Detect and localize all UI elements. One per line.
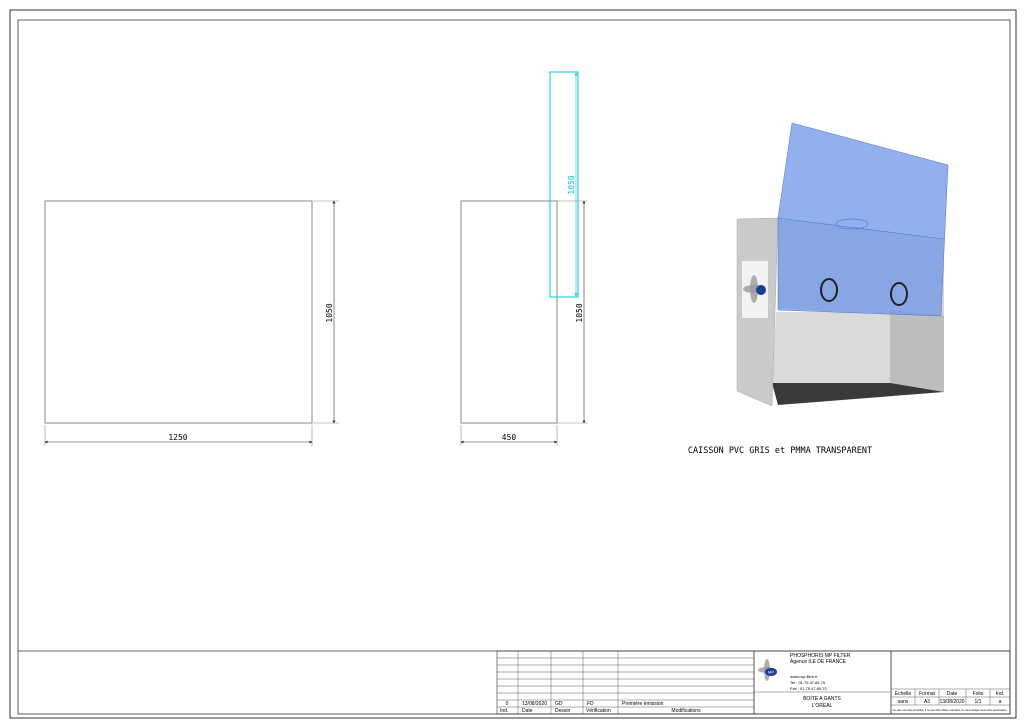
caption: CAISSON PVC GRIS et PMMA TRANSPARENT [688, 446, 872, 456]
info-block: Echelle Format Date Folio Ind. sans A3 1… [890, 650, 1011, 715]
side-view-outline [460, 200, 558, 424]
info-format: A3 [924, 699, 930, 705]
front-width-label: 1250 [168, 433, 187, 442]
info-folio: 1/1 [975, 699, 982, 705]
rev-header-verification: Vérification [586, 708, 611, 714]
side-view: 1050 450 1050 [460, 71, 588, 446]
company-block: MP PHOSPHORIS MP FILTER Agence ILE DE FR… [753, 650, 892, 715]
company-logo-text: MP [768, 670, 774, 675]
rev-dessin: GD [555, 701, 563, 707]
info-header-scale: Echelle [895, 691, 912, 697]
company-agency: Agence ILE DE FRANCE [790, 659, 847, 665]
box-right-inner-wall [890, 310, 944, 392]
drawing-sheet: 1250 1050 1050 450 1050 CAISSON PVC GRIS… [9, 9, 1017, 719]
info-date: 13/08/2020 [939, 699, 964, 705]
project-title: BOITE A GANTS [803, 696, 841, 702]
isometric-view [736, 122, 949, 407]
info-header-ind: Ind. [996, 691, 1004, 697]
rev-header-dessin: Dessin [555, 708, 571, 714]
rev-date: 13/08/2020 [522, 701, 547, 707]
company-logo: MP [758, 659, 777, 681]
rev-header-modifications: Modifications [671, 708, 701, 714]
box-inner-back [772, 312, 890, 383]
company-website: www.mp-filtre.fr [790, 674, 818, 679]
info-header-format: Format [919, 691, 935, 697]
company-tel: Tel : 01.75.47.85.75 [790, 680, 826, 685]
pmma-panel [777, 122, 949, 317]
rev-modification: Première émission [622, 701, 664, 707]
side-height-label: 1050 [575, 303, 584, 322]
lid-height-label: 1050 [567, 175, 576, 194]
front-view-outline [44, 200, 313, 424]
company-fax: Fax : 01.75.47.85.70 [790, 686, 827, 691]
side-depth-label: 450 [502, 433, 517, 442]
rev-header-ind: Ind. [500, 708, 508, 714]
revision-table: 0 13/08/2020 GD FD Première émission Ind… [496, 650, 755, 715]
rev-verification: FD [587, 701, 594, 707]
rev-ind: 0 [506, 701, 509, 707]
info-header-date: Date [947, 691, 958, 697]
front-height-label: 1050 [325, 303, 334, 322]
info-scale: sans [898, 699, 909, 705]
info-ind: a [999, 699, 1002, 705]
rev-header-date: Date [522, 708, 533, 714]
info-notice: Ce plan est notre propriété. Il ne peut … [893, 708, 1008, 712]
project-client: L'OREAL [812, 703, 833, 709]
front-view: 1250 1050 [44, 200, 339, 446]
info-header-folio: Folio [973, 691, 984, 697]
